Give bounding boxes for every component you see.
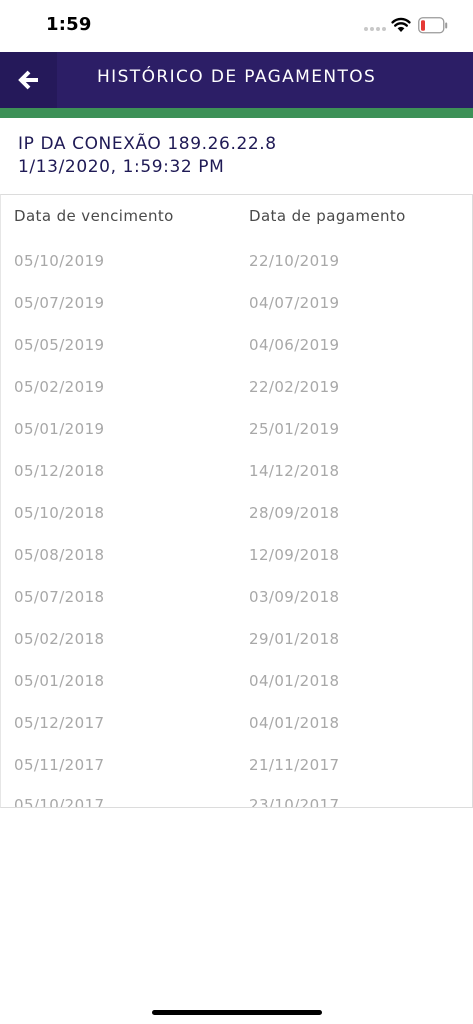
column-header-payment-date: Data de pagamento	[249, 207, 406, 225]
table-row: 05/07/2018 03/09/2018	[1, 588, 472, 630]
table-row: 05/02/2018 29/01/2018	[1, 630, 472, 672]
payment-date-cell: 22/10/2019	[249, 252, 340, 270]
home-indicator[interactable]	[152, 1010, 322, 1015]
payment-date-cell: 14/12/2018	[249, 462, 340, 480]
table-row: 05/10/2019 22/10/2019	[1, 252, 472, 294]
due-date-cell: 05/12/2018	[14, 462, 105, 480]
page-title: HISTÓRICO DE PAGAMENTOS	[97, 67, 377, 87]
table-row: 05/10/2018 28/09/2018	[1, 504, 472, 546]
due-date-cell: 05/10/2018	[14, 504, 105, 522]
table-row: 05/12/2018 14/12/2018	[1, 462, 472, 504]
table-row: 05/01/2018 04/01/2018	[1, 672, 472, 714]
payment-date-cell: 12/09/2018	[249, 546, 340, 564]
due-date-cell: 05/12/2017	[14, 714, 105, 732]
connection-info: IP DA CONEXÃO 189.26.22.8 1/13/2020, 1:5…	[18, 133, 277, 179]
payment-date-cell: 21/11/2017	[249, 756, 340, 774]
cellular-signal-icon	[364, 27, 386, 31]
table-row: 05/11/2017 21/11/2017	[1, 756, 472, 798]
status-bar: 1:59	[0, 0, 473, 52]
payment-date-cell: 04/01/2018	[249, 672, 340, 690]
arrow-left-icon	[17, 70, 38, 90]
payment-date-cell: 28/09/2018	[249, 504, 340, 522]
payment-date-cell: 23/10/2017	[249, 796, 340, 808]
status-time: 1:59	[46, 14, 92, 35]
due-date-cell: 05/10/2017	[14, 796, 105, 808]
payment-date-cell: 22/02/2019	[249, 378, 340, 396]
table-row: 05/08/2018 12/09/2018	[1, 546, 472, 588]
column-header-due-date: Data de vencimento	[14, 207, 174, 225]
table-row: 05/10/2017 23/10/2017	[1, 796, 472, 808]
wifi-icon	[391, 17, 411, 32]
table-row: 05/05/2019 04/06/2019	[1, 336, 472, 378]
battery-icon	[418, 17, 448, 34]
payment-date-cell: 04/01/2018	[249, 714, 340, 732]
due-date-cell: 05/01/2018	[14, 672, 105, 690]
connection-datetime: 1/13/2020, 1:59:32 PM	[18, 157, 225, 177]
due-date-cell: 05/11/2017	[14, 756, 105, 774]
header-accent-strip	[0, 108, 473, 118]
table-row: 05/07/2019 04/07/2019	[1, 294, 472, 336]
due-date-cell: 05/08/2018	[14, 546, 105, 564]
table-row: 05/02/2019 22/02/2019	[1, 378, 472, 420]
table-row: 05/12/2017 04/01/2018	[1, 714, 472, 756]
due-date-cell: 05/07/2019	[14, 294, 105, 312]
payment-date-cell: 03/09/2018	[249, 588, 340, 606]
due-date-cell: 05/07/2018	[14, 588, 105, 606]
due-date-cell: 05/02/2019	[14, 378, 105, 396]
payment-date-cell: 29/01/2018	[249, 630, 340, 648]
payment-date-cell: 04/06/2019	[249, 336, 340, 354]
due-date-cell: 05/01/2019	[14, 420, 105, 438]
payment-date-cell: 25/01/2019	[249, 420, 340, 438]
app-header: HISTÓRICO DE PAGAMENTOS	[0, 52, 473, 108]
due-date-cell: 05/10/2019	[14, 252, 105, 270]
payment-date-cell: 04/07/2019	[249, 294, 340, 312]
table-row: 05/01/2019 25/01/2019	[1, 420, 472, 462]
back-button[interactable]	[0, 52, 57, 108]
payments-table[interactable]: Data de vencimento Data de pagamento 05/…	[0, 194, 473, 808]
due-date-cell: 05/05/2019	[14, 336, 105, 354]
due-date-cell: 05/02/2018	[14, 630, 105, 648]
connection-ip: IP DA CONEXÃO 189.26.22.8	[18, 134, 277, 154]
